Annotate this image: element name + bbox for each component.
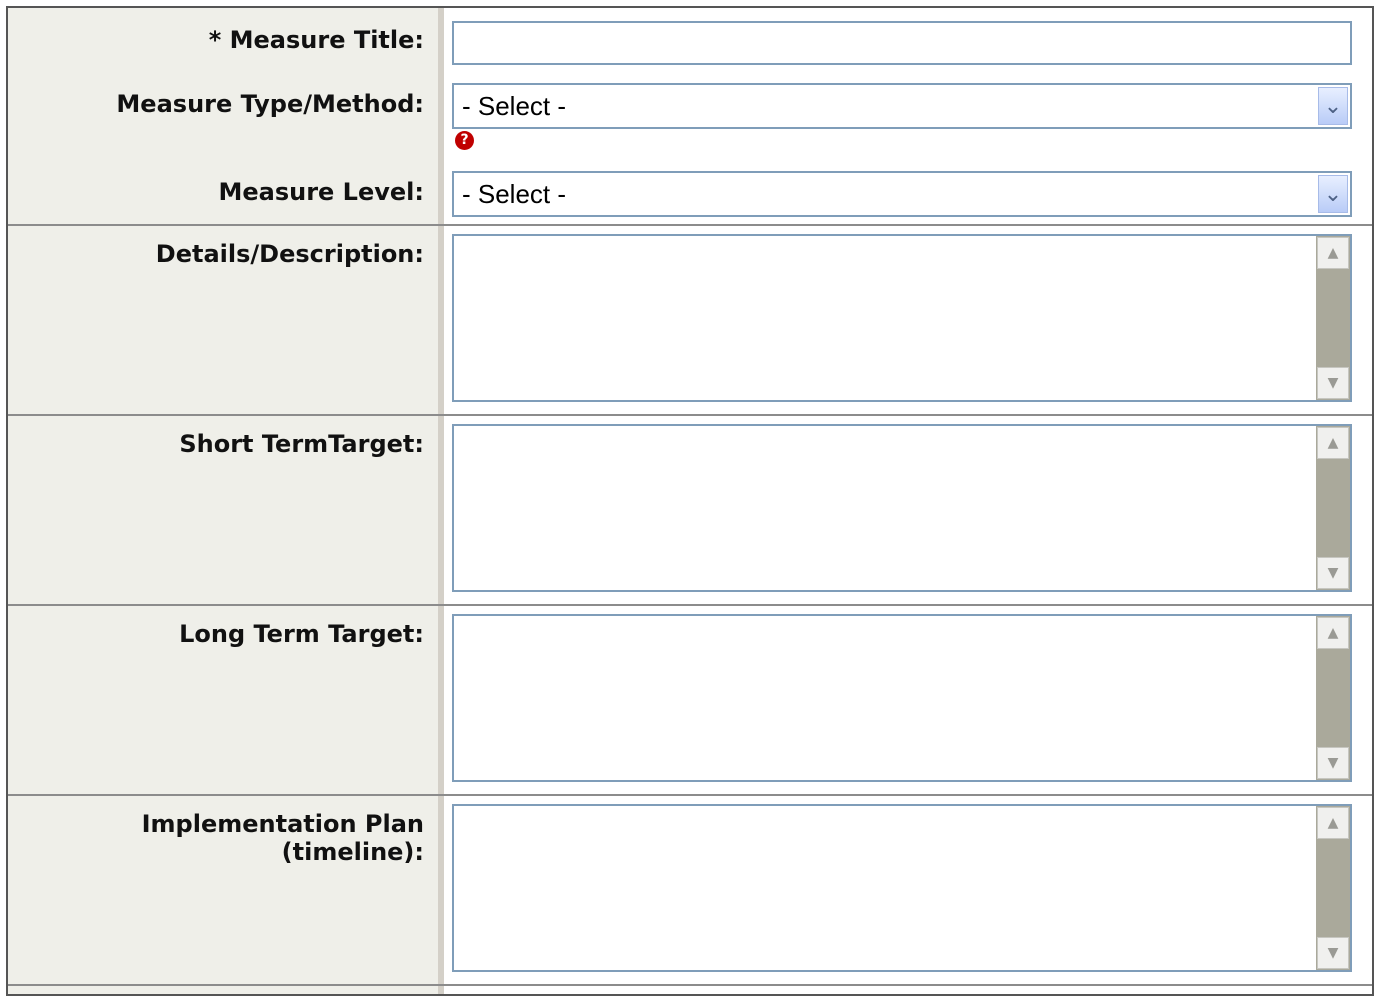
measure-level-selected: - Select - — [462, 179, 567, 209]
measure-level-label: Measure Level: — [218, 178, 424, 206]
implementation-plan-label-line2: (timeline): — [281, 838, 424, 866]
help-question-icon[interactable]: ? — [455, 131, 474, 150]
measure-type-select[interactable]: - Select - ⌄ — [452, 83, 1352, 129]
short-term-target-label: Short TermTarget: — [179, 430, 424, 458]
scroll-down-arrow-icon[interactable]: ▼ — [1317, 747, 1349, 779]
divider — [8, 984, 1372, 986]
scrollbar[interactable]: ▲ ▼ — [1316, 426, 1350, 590]
divider — [8, 794, 1372, 796]
details-label: Details/Description: — [155, 240, 424, 268]
short-term-target-textarea[interactable]: ▲ ▼ — [452, 424, 1352, 592]
details-textarea[interactable]: ▲ ▼ — [452, 234, 1352, 402]
measure-form: * Measure Title: Measure Type/Method: - … — [6, 6, 1374, 996]
divider — [8, 224, 1372, 226]
scrollbar[interactable]: ▲ ▼ — [1316, 616, 1350, 780]
scroll-down-arrow-icon[interactable]: ▼ — [1317, 557, 1349, 589]
scroll-up-arrow-icon[interactable]: ▲ — [1317, 237, 1349, 269]
scroll-up-arrow-icon[interactable]: ▲ — [1317, 617, 1349, 649]
measure-title-input[interactable] — [452, 21, 1352, 65]
measure-level-select[interactable]: - Select - ⌄ — [452, 171, 1352, 217]
implementation-plan-textarea[interactable]: ▲ ▼ — [452, 804, 1352, 972]
scroll-up-arrow-icon[interactable]: ▲ — [1317, 427, 1349, 459]
scrollbar[interactable]: ▲ ▼ — [1316, 236, 1350, 400]
divider — [8, 414, 1372, 416]
scrollbar[interactable]: ▲ ▼ — [1316, 806, 1350, 970]
measure-title-label: * Measure Title: — [208, 26, 424, 54]
measure-type-selected: - Select - — [462, 91, 567, 121]
scroll-up-arrow-icon[interactable]: ▲ — [1317, 807, 1349, 839]
scroll-down-arrow-icon[interactable]: ▼ — [1317, 367, 1349, 399]
long-term-target-textarea[interactable]: ▲ ▼ — [452, 614, 1352, 782]
column-separator — [438, 8, 444, 994]
chevron-down-icon[interactable]: ⌄ — [1318, 87, 1348, 125]
long-term-target-label: Long Term Target: — [179, 620, 424, 648]
measure-type-label: Measure Type/Method: — [116, 90, 424, 118]
implementation-plan-label-line1: Implementation Plan — [141, 810, 424, 838]
scroll-down-arrow-icon[interactable]: ▼ — [1317, 937, 1349, 969]
chevron-down-icon[interactable]: ⌄ — [1318, 175, 1348, 213]
divider — [8, 604, 1372, 606]
